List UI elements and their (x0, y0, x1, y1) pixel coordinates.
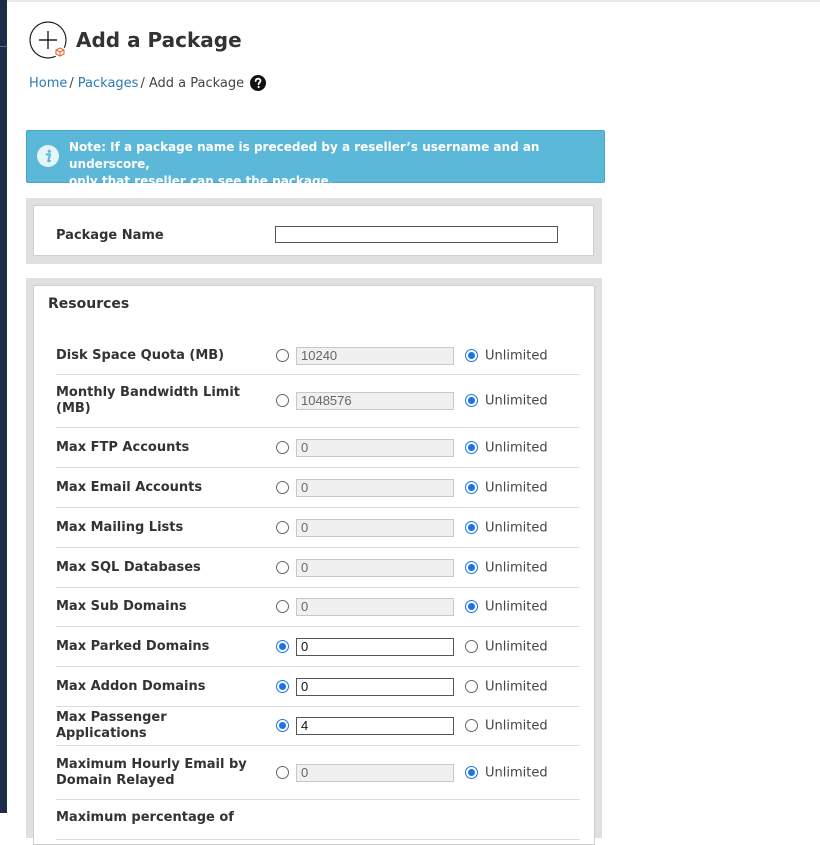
resource-label: Disk Space Quota (MB) (56, 348, 225, 363)
resource-value-input[interactable]: 0 (296, 637, 454, 656)
unlimited-radio[interactable] (465, 560, 478, 574)
resource-row: Disk Space Quota (MB) 10240 Unlimited (56, 338, 580, 375)
resource-row: Max Mailing Lists 0 Unlimited (56, 508, 580, 548)
custom-value-radio[interactable] (276, 394, 289, 407)
top-divider (7, 0, 820, 2)
resource-row: Max Email Accounts 0 Unlimited (56, 468, 580, 508)
resource-row: Maximum percentage of (56, 800, 580, 840)
unlimited-radio[interactable] (465, 480, 478, 494)
resource-row: Max Parked Domains 0 Unlimited (56, 627, 580, 667)
breadcrumb-home-link[interactable]: Home (29, 76, 67, 91)
unlimited-label: Unlimited (485, 480, 548, 495)
resource-value-input[interactable]: 0 (296, 558, 454, 577)
breadcrumb-separator: / (69, 75, 74, 91)
unlimited-label: Unlimited (485, 348, 548, 364)
resource-value-input[interactable]: 4 (296, 717, 454, 735)
resource-value-input[interactable]: 0 (296, 677, 454, 696)
resource-label: Maximum Hourly Email by Domain Relayed (56, 756, 247, 788)
unlimited-radio[interactable] (465, 440, 478, 454)
unlimited-label: Unlimited (485, 440, 548, 455)
package-name-label: Package Name (56, 228, 164, 243)
resource-value-input[interactable]: 0 (296, 478, 454, 497)
resource-row: Monthly Bandwidth Limit (MB) 1048576 Unlim… (56, 375, 580, 428)
custom-value-radio[interactable] (276, 440, 289, 454)
resource-value-input[interactable]: 0 (296, 518, 454, 537)
unlimited-label: Unlimited (485, 599, 548, 615)
unlimited-radio[interactable] (465, 679, 478, 693)
custom-value-radio[interactable] (276, 765, 289, 779)
page-title: Add a Package (76, 28, 242, 52)
resource-label: Max Passenger Applications (56, 710, 167, 741)
resource-value-input[interactable]: 0 (296, 763, 454, 782)
note-line: only that reseller can see the package. (69, 174, 334, 188)
resource-label: Max Email Accounts (56, 479, 203, 495)
resource-row: Maximum Hourly Email by Domain Relayed 0 U… (56, 746, 580, 800)
custom-value-radio[interactable] (276, 600, 289, 613)
resource-row: Max Sub Domains 0 Unlimited (56, 588, 580, 627)
resource-label: Max Mailing Lists (56, 519, 184, 535)
add-package-icon (29, 21, 67, 59)
resource-row: Max Passenger Applications 4 Unlimited (56, 707, 580, 746)
custom-value-radio[interactable] (276, 560, 289, 574)
breadcrumb: Home / Packages / Add a Package (29, 75, 267, 91)
custom-value-radio[interactable] (276, 719, 289, 732)
resource-row: Max Addon Domains 0 Unlimited (56, 667, 580, 707)
package-name-input[interactable] (275, 226, 558, 243)
breadcrumb-current: Add a Package (148, 75, 245, 91)
resource-label: Max Addon Domains (56, 678, 206, 694)
resources-panel: Resources Disk Space Quota (MB) 10240 Unli… (26, 278, 602, 845)
reseller-note-alert: Note: If a package name is preceded by a… (26, 130, 605, 188)
custom-value-radio[interactable] (276, 480, 289, 494)
custom-value-radio[interactable] (276, 679, 289, 693)
package-name-box: Package Name (33, 205, 594, 256)
breadcrumb-separator: / (140, 75, 145, 91)
note-text: Note: If a package name is preceded by a… (69, 139, 589, 190)
resource-label: Max Sub Domains (56, 599, 187, 614)
unlimited-label: Unlimited (485, 718, 548, 734)
custom-value-radio[interactable] (276, 520, 289, 534)
unlimited-radio[interactable] (465, 520, 478, 534)
left-sidebar-rail (0, 0, 7, 813)
unlimited-radio[interactable] (465, 600, 478, 613)
resource-label: Monthly Bandwidth Limit (MB) (56, 385, 241, 416)
package-name-panel: Package Name (26, 198, 602, 264)
breadcrumb-packages-link[interactable]: Packages (78, 76, 139, 91)
rail-divider (0, 46, 7, 47)
custom-value-radio[interactable] (276, 639, 289, 653)
resource-row: Max SQL Databases 0 Unlimited (56, 548, 580, 588)
unlimited-radio[interactable] (465, 719, 478, 732)
help-icon[interactable] (250, 75, 267, 91)
page-header: Add a Package (29, 20, 242, 60)
unlimited-radio[interactable] (465, 639, 478, 653)
resources-box: Resources Disk Space Quota (MB) 10240 Unli… (33, 285, 595, 845)
note-line: Note: If a package name is preceded by a… (69, 140, 540, 171)
resource-label: Max Parked Domains (56, 638, 210, 654)
info-icon (37, 145, 59, 167)
resource-value-input[interactable]: 0 (296, 438, 454, 457)
resource-label: Max FTP Accounts (56, 439, 190, 455)
unlimited-label: Unlimited (485, 679, 548, 694)
unlimited-label: Unlimited (485, 765, 548, 780)
resource-value-input[interactable]: 10240 (296, 347, 454, 365)
resource-row: Max FTP Accounts 0 Unlimited (56, 428, 580, 468)
unlimited-radio[interactable] (465, 765, 478, 779)
resource-label: Maximum percentage of (56, 810, 234, 825)
unlimited-radio[interactable] (465, 394, 478, 407)
resource-value-input[interactable]: 1048576 (296, 392, 454, 410)
resources-title: Resources (48, 296, 130, 312)
resource-value-input[interactable]: 0 (296, 598, 454, 616)
unlimited-label: Unlimited (485, 393, 548, 409)
custom-value-radio[interactable] (276, 349, 289, 362)
unlimited-label: Unlimited (485, 560, 548, 575)
unlimited-label: Unlimited (485, 639, 548, 654)
unlimited-label: Unlimited (485, 520, 548, 535)
resource-label: Max SQL Databases (56, 559, 201, 575)
unlimited-radio[interactable] (465, 349, 478, 362)
